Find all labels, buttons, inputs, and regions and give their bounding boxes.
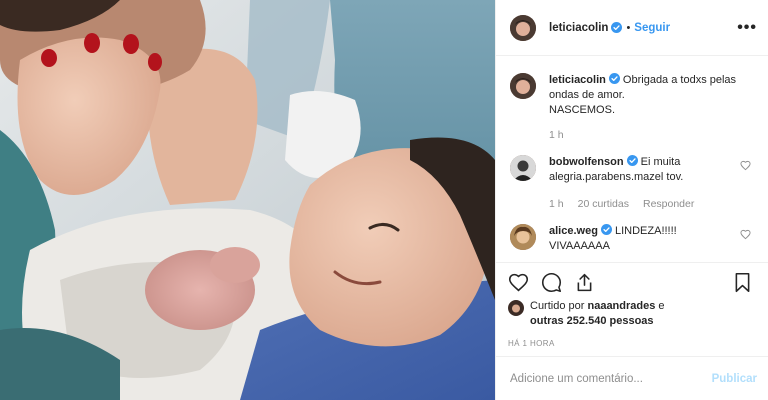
comment-meta: 1 h 20 curtidas Responder bbox=[549, 197, 739, 212]
likes-summary: Curtido por naaandrades e outras 252.540… bbox=[508, 299, 757, 329]
comment-like-heart-icon[interactable] bbox=[740, 229, 751, 240]
verified-badge-icon bbox=[608, 73, 620, 84]
comment-likes[interactable]: 20 curtidas bbox=[578, 197, 629, 212]
post-photo[interactable] bbox=[0, 0, 495, 400]
comment-like-heart-icon[interactable] bbox=[740, 160, 751, 171]
verified-badge-icon bbox=[626, 155, 638, 166]
comment-time[interactable]: 1 h bbox=[549, 197, 564, 212]
comment-text-line1: LINDEZA!!!!! bbox=[614, 225, 677, 237]
liker-avatar-image bbox=[508, 300, 524, 316]
commenter-avatar[interactable] bbox=[510, 224, 536, 250]
post-actions: Curtido por naaandrades e outras 252.540… bbox=[496, 262, 768, 362]
comment-text-line2: VIVAAAAAA bbox=[549, 240, 610, 252]
commenter-avatar-image bbox=[510, 224, 536, 250]
newborn-photo-illustration bbox=[0, 0, 495, 400]
caption-time[interactable]: 1 h bbox=[549, 128, 564, 143]
post-header: leticiacolin • Seguir ••• bbox=[496, 0, 768, 56]
caption-username[interactable]: leticiacolin bbox=[549, 74, 606, 86]
likes-prefix: Curtido por bbox=[530, 300, 585, 312]
caption-avatar[interactable] bbox=[510, 73, 536, 99]
comment-username[interactable]: bobwolfenson bbox=[549, 156, 624, 168]
comment-text-line1: Ei muita bbox=[640, 156, 681, 168]
liker-avatar[interactable] bbox=[508, 300, 524, 316]
comments-list: leticiacolin Obrigada a todxs pelas onda… bbox=[496, 57, 768, 261]
caption-text-line2: ondas de amor. bbox=[549, 89, 625, 101]
comment-input[interactable] bbox=[510, 372, 712, 385]
post-timestamp[interactable]: HÁ 1 HORA bbox=[508, 339, 757, 348]
post-side-panel: leticiacolin • Seguir ••• leticiacolin O… bbox=[495, 0, 768, 400]
likes-conjunction: e bbox=[658, 300, 665, 312]
liker-username[interactable]: naaandrades bbox=[587, 300, 655, 312]
author-avatar[interactable] bbox=[510, 14, 536, 41]
caption-body: leticiacolin Obrigada a todxs pelas onda… bbox=[549, 73, 739, 143]
comment-icon[interactable] bbox=[541, 272, 562, 293]
heart-icon[interactable] bbox=[508, 272, 529, 293]
separator-dot: • bbox=[626, 21, 631, 34]
verified-badge-icon bbox=[600, 224, 612, 235]
author-avatar-image bbox=[510, 14, 536, 41]
commenter-avatar[interactable] bbox=[510, 155, 536, 181]
bookmark-icon[interactable] bbox=[732, 272, 753, 293]
share-icon[interactable] bbox=[574, 272, 595, 293]
comment-item: bobwolfenson Ei muita alegria.parabens.m… bbox=[510, 155, 757, 212]
comment-body: alice.weg LINDEZA!!!!! VIVAAAAAA bbox=[549, 224, 739, 254]
reply-button[interactable]: Responder bbox=[643, 197, 694, 212]
comment-item: alice.weg LINDEZA!!!!! VIVAAAAAA bbox=[510, 224, 757, 254]
caption-text-line3: NASCEMOS. bbox=[549, 104, 616, 116]
caption-text-line1: Obrigada a todxs pelas bbox=[622, 74, 737, 86]
instagram-post: leticiacolin • Seguir ••• leticiacolin O… bbox=[0, 0, 768, 400]
caption-meta: 1 h bbox=[549, 128, 739, 143]
author-username[interactable]: leticiacolin bbox=[549, 22, 608, 34]
likes-others[interactable]: outras 252.540 pessoas bbox=[530, 315, 654, 327]
comment-text-line2: alegria.parabens.mazel tov. bbox=[549, 171, 684, 183]
caption-avatar-image bbox=[510, 73, 536, 99]
add-comment-bar: Publicar bbox=[496, 356, 768, 400]
commenter-avatar-image bbox=[510, 155, 536, 181]
verified-badge-icon bbox=[611, 22, 623, 33]
likes-text: Curtido por naaandrades e outras 252.540… bbox=[530, 299, 665, 329]
action-icons bbox=[508, 271, 757, 293]
comment-body: bobwolfenson Ei muita alegria.parabens.m… bbox=[549, 155, 739, 212]
comment-username[interactable]: alice.weg bbox=[549, 225, 598, 237]
publish-button[interactable]: Publicar bbox=[712, 373, 757, 385]
follow-button[interactable]: Seguir bbox=[634, 22, 670, 34]
caption-comment: leticiacolin Obrigada a todxs pelas onda… bbox=[510, 73, 757, 143]
more-options-icon[interactable]: ••• bbox=[737, 19, 757, 37]
